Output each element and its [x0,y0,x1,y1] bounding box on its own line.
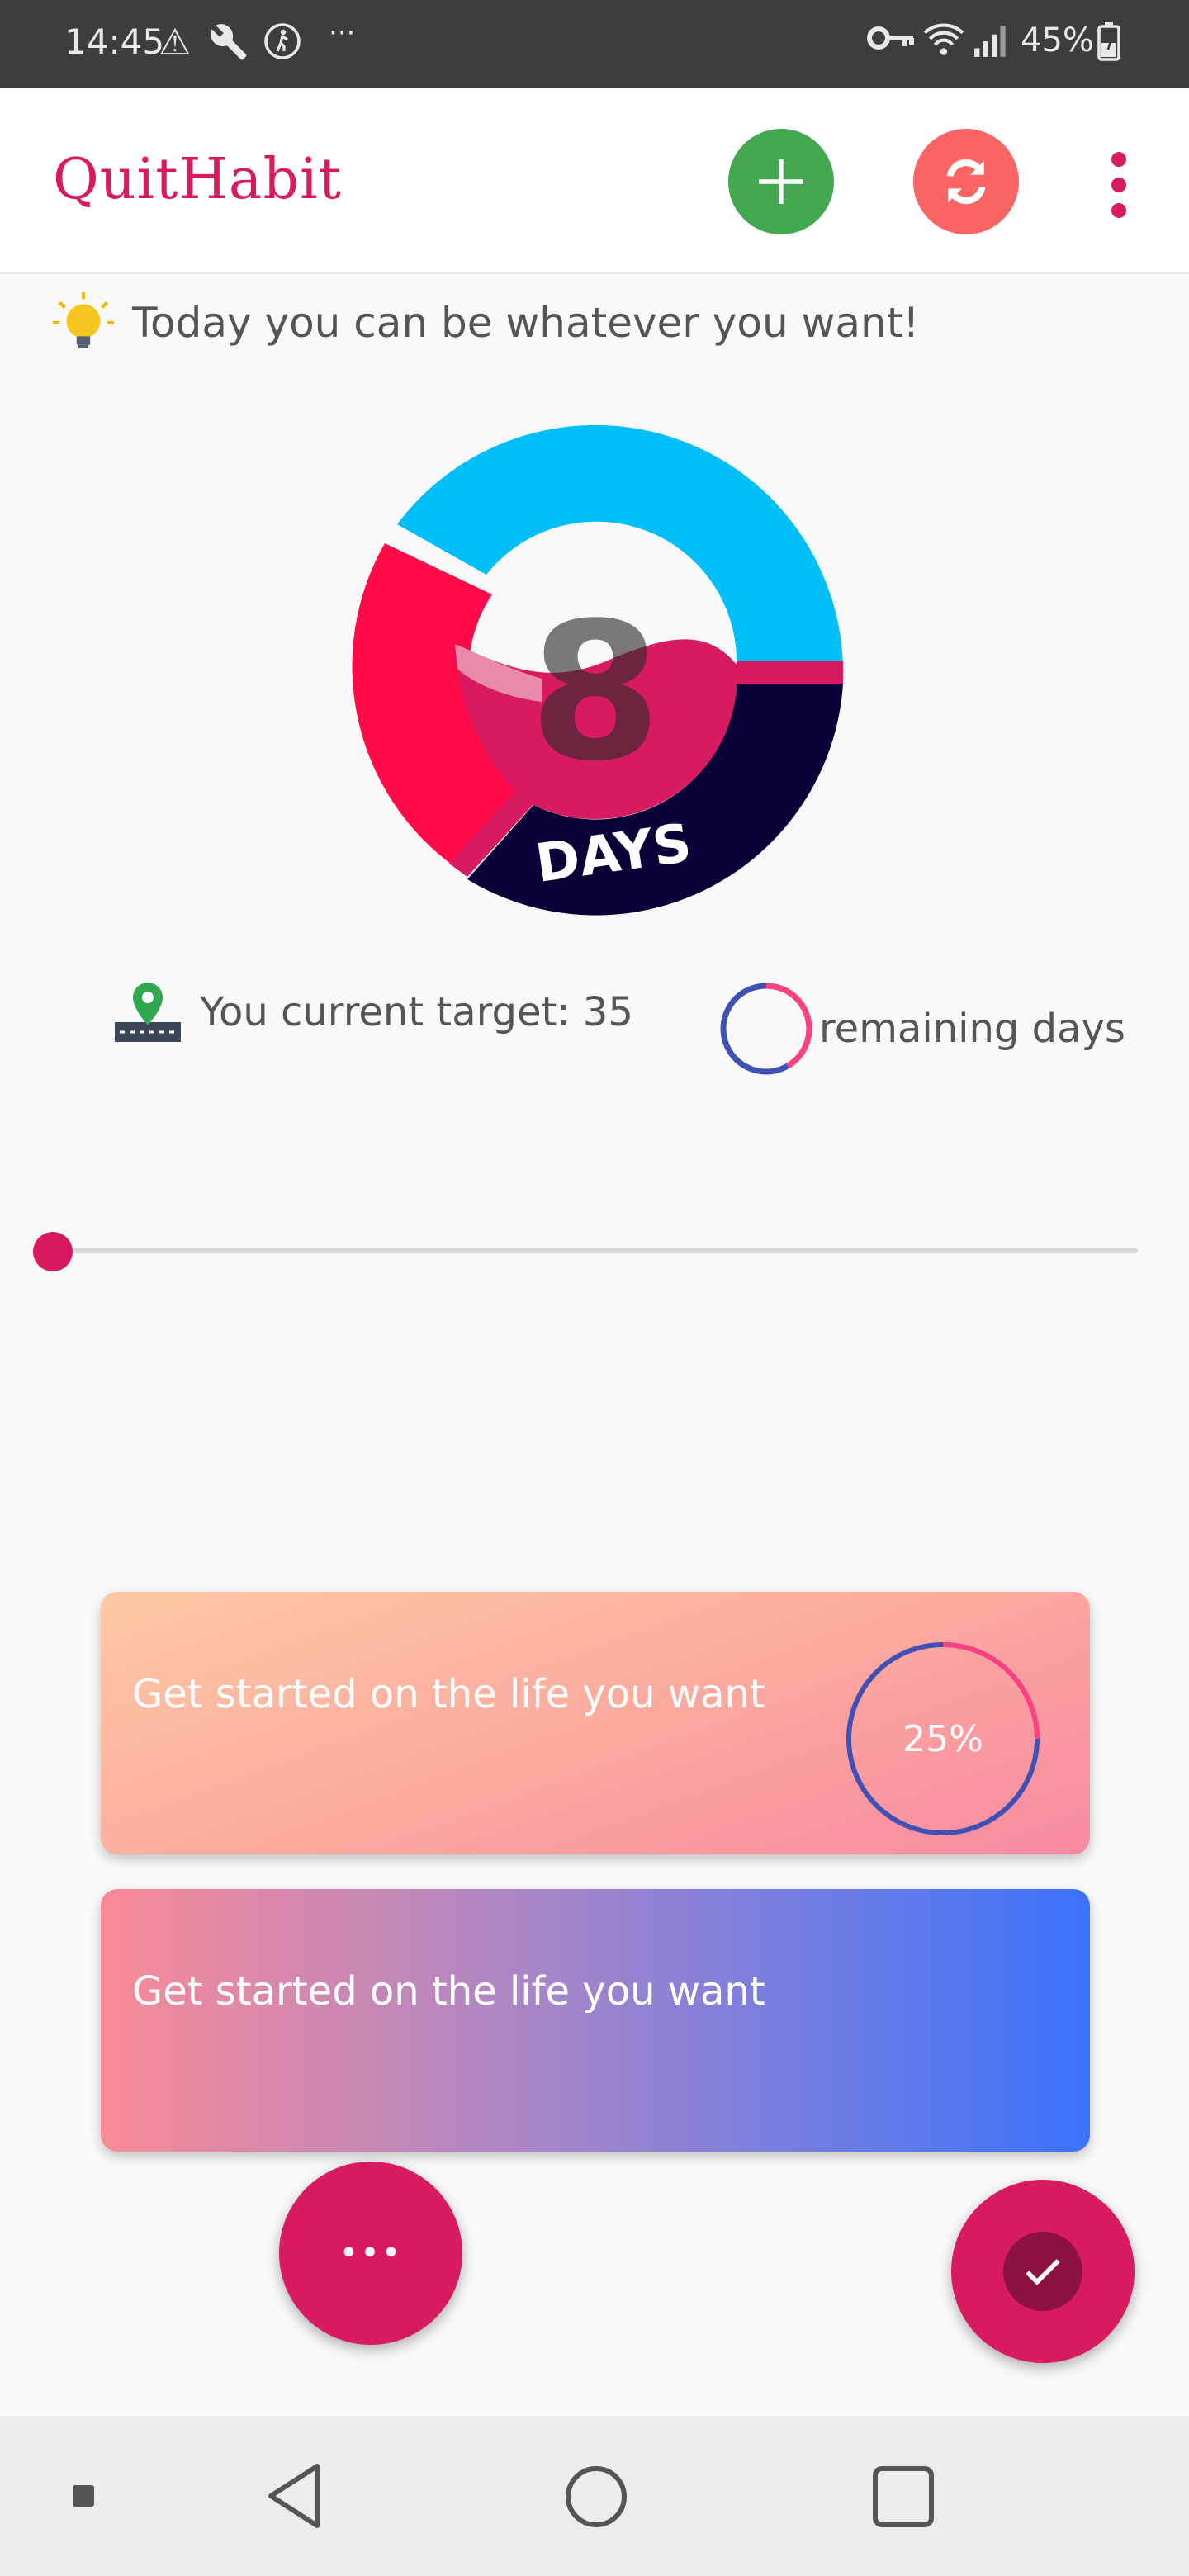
overflow-menu-button[interactable] [1105,152,1133,218]
plus-icon [759,159,803,204]
battery-charging-icon [1097,21,1121,70]
home-icon[interactable] [563,2464,629,2530]
app-bar: QuitHabit [0,88,1189,274]
check-icon [1026,2259,1060,2285]
target-info: You current target: 35 [114,979,633,1045]
location-pin-icon [115,983,181,1042]
status-bar: 14:45 ⚠ ··· 45% [0,0,1189,88]
daily-tip: Today you can be whatever you want! [50,289,919,357]
progress-slider-track[interactable] [53,1248,1138,1253]
menu-dot [1111,178,1126,192]
wrench-icon [208,21,249,72]
back-icon[interactable] [261,2459,327,2533]
nav-dot-icon [73,2485,94,2507]
sync-arrows-icon [946,159,986,205]
card-progress-label: 25% [902,1717,983,1760]
check-icon-circle [1003,2232,1082,2311]
more-notifications-icon: ··· [329,17,356,50]
gauge-stripe-pink [736,661,843,684]
battery-percent: 45% [1021,21,1094,59]
menu-dot [1111,203,1126,218]
card-text: Get started on the life you want [132,1671,765,1717]
wifi-icon [923,21,964,67]
tip-text: Today you can be whatever you want! [132,299,920,347]
system-nav-bar [0,2416,1189,2576]
lightbulb-icon [53,292,114,348]
habit-card-1[interactable]: Get started on the life you want 25% [101,1592,1090,1854]
progress-slider-thumb[interactable] [33,1232,73,1271]
streak-gauge: 8 DAYS [352,424,843,916]
more-dots-icon: ••• [339,2234,403,2272]
accessibility-icon [263,21,302,70]
warning-icon: ⚠ [159,21,192,64]
card-text: Get started on the life you want [132,1968,765,2015]
habit-card-2[interactable]: Get started on the life you want [101,1889,1090,2152]
key-icon [867,21,917,64]
add-habit-button[interactable] [728,129,834,234]
remaining-days-label: remaining days [819,1006,1125,1052]
recents-icon[interactable] [870,2464,936,2530]
streak-count: 8 [529,583,661,803]
remaining-days-info: remaining days [717,979,1125,1078]
status-time: 14:45 [64,21,165,62]
signal-icon [973,21,1011,67]
app-title: QuitHabit [53,147,343,212]
more-options-fab[interactable]: ••• [279,2162,462,2345]
menu-dot [1111,152,1126,167]
reset-button[interactable] [913,129,1019,234]
check-in-fab[interactable] [951,2180,1135,2363]
remaining-days-ring [720,983,812,1075]
current-target-text: You current target: 35 [200,989,633,1035]
